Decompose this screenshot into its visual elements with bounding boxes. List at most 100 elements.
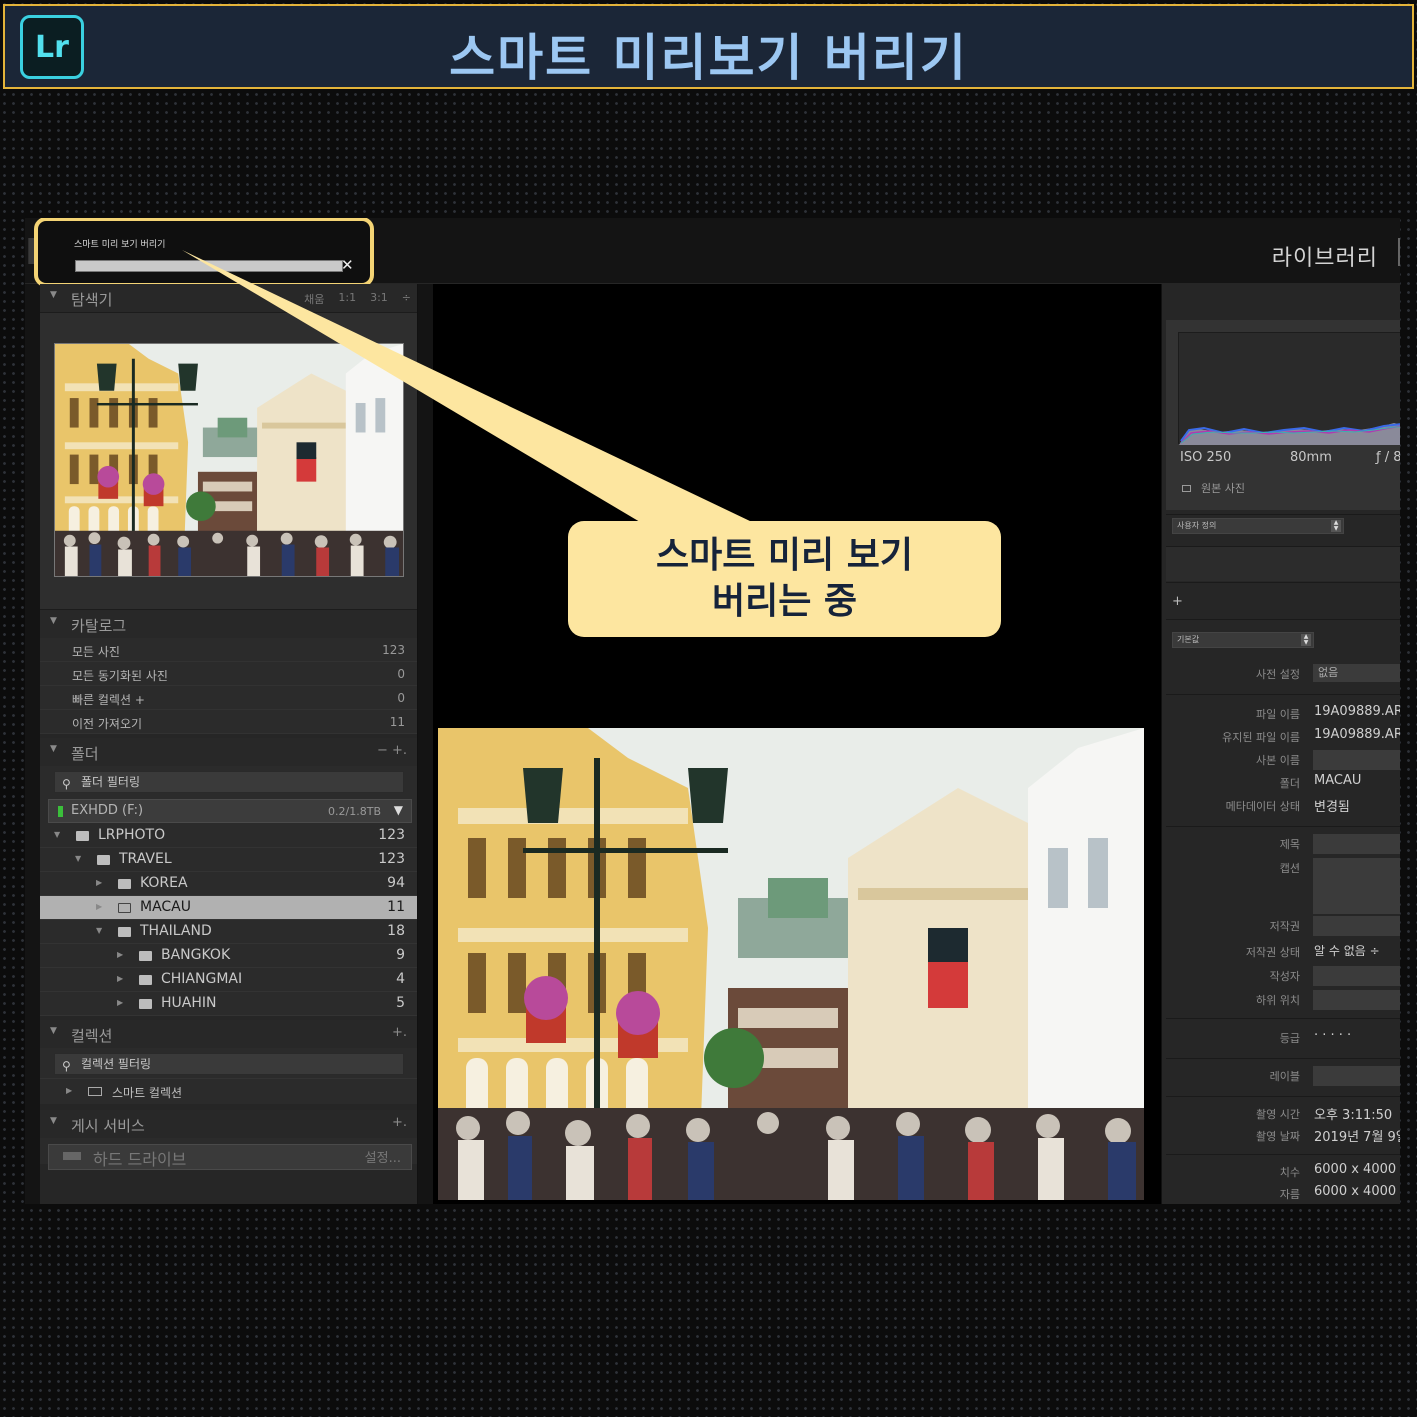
banner-title: 스마트 미리보기 버리기 (449, 29, 968, 87)
collection-filter-placeholder: 컬렉션 필터링 (81, 1057, 152, 1071)
smart-collection-row[interactable]: ▶ 스마트 컬렉션 (40, 1078, 417, 1104)
divider (1166, 619, 1400, 620)
folder-expand-icon[interactable]: ▼ (54, 830, 60, 839)
metadata-key: 사본 이름 (1256, 754, 1300, 767)
caption-field[interactable] (1313, 858, 1400, 914)
folder-count: 11 (387, 899, 405, 915)
title-field[interactable] (1313, 834, 1400, 854)
catalog-row[interactable]: 모든 사진 123 (40, 638, 417, 662)
zoom-3-1[interactable]: 3:1 (370, 291, 388, 307)
folder-name: MACAU (140, 899, 192, 915)
cropped-value: 6000 x 4000 (1314, 1184, 1397, 1199)
folders-add-remove[interactable]: − +. (377, 743, 407, 758)
zoom-dropdown-icon[interactable]: ÷ (402, 291, 411, 307)
catalog-row[interactable]: 빠른 컬렉션 + 0 (40, 686, 417, 710)
metadata-value[interactable]: 19A09889.ARW (1314, 704, 1400, 719)
divider (1166, 514, 1400, 515)
folder-row[interactable]: ▶ MACAU 11 (40, 896, 417, 920)
folder-expand-icon[interactable]: ▶ (117, 998, 123, 1007)
top-bar: Lr 라이브러리 스마트 미리 보기 버리기 ✕ (25, 218, 1400, 287)
folder-row[interactable]: ▼ LRPHOTO 123 (40, 824, 417, 848)
folder-icon (118, 879, 131, 889)
folder-row[interactable]: ▼ TRAVEL 123 (40, 848, 417, 872)
zoom-1-1[interactable]: 1:1 (338, 291, 356, 307)
folder-tree: ▼ LRPHOTO 123 ▼ TRAVEL 123 ▶ KOREA 94 ▶ MACAU 11 ▼ TH… (40, 824, 417, 1016)
title-label: 제목 (1279, 838, 1300, 851)
preset-select[interactable]: 없음 (1313, 664, 1400, 682)
creator-field[interactable] (1313, 966, 1400, 986)
original-photo-toggle[interactable]: 원본 사진 (1182, 480, 1245, 496)
folder-count: 123 (378, 851, 405, 867)
copyright-status-select[interactable]: 알 수 없음 ÷ (1314, 942, 1380, 959)
folder-expand-icon[interactable]: ▶ (117, 974, 123, 983)
folder-expand-icon[interactable]: ▶ (96, 902, 102, 911)
zoom-fill[interactable]: 채움 (304, 291, 324, 307)
metadata-key: 폴더 (1279, 777, 1300, 790)
search-icon: ⚲ (62, 1059, 71, 1073)
folder-filter-input[interactable]: ⚲ 폴더 필터링 (54, 771, 404, 793)
metadata-view-select[interactable]: 기본값 ▲ ▼ (1172, 632, 1314, 648)
publish-header[interactable]: ▼ 게시 서비스 +. (40, 1110, 417, 1138)
checkbox-icon[interactable] (1182, 485, 1191, 492)
folder-expand-icon[interactable]: ▼ (96, 926, 102, 935)
module-library-tab[interactable]: 라이브러리 (1272, 240, 1378, 272)
folders-header[interactable]: ▼ 폴더 − +. (40, 738, 417, 766)
expand-triangle-icon: ▶ (66, 1086, 73, 1095)
volume-row[interactable]: EXHDD (F:) 0.2/1.8TB ▼ (40, 796, 417, 824)
navigator-header[interactable]: ▼ 탐색기 채움 1:1 3:1 ÷ (40, 284, 417, 312)
cancel-progress-icon[interactable]: ✕ (341, 257, 354, 273)
hard-drive-setup-link[interactable]: 설정... (365, 1147, 401, 1166)
collapse-triangle-icon: ▼ (50, 1026, 57, 1036)
divider (1166, 1058, 1400, 1059)
catalog-header[interactable]: ▼ 카탈로그 (40, 610, 417, 638)
metadata-key: 파일 이름 (1256, 708, 1300, 721)
folder-row[interactable]: ▼ THAILAND 18 (40, 920, 417, 944)
folder-expand-icon[interactable]: ▶ (117, 950, 123, 959)
hard-drive-service[interactable]: 하드 드라이브 설정... (48, 1144, 412, 1170)
folder-count: 5 (396, 995, 405, 1011)
navigator-thumbnail[interactable] (54, 343, 404, 577)
capture-date-value: 2019년 7월 9일 (1314, 1130, 1400, 1145)
folder-expand-icon[interactable]: ▼ (75, 854, 81, 863)
smart-collection-label: 스마트 컬렉션 (112, 1086, 183, 1100)
folder-name: TRAVEL (119, 851, 172, 867)
navigator-title: 탐색기 (71, 291, 113, 309)
copyright-field[interactable] (1313, 916, 1400, 936)
add-keyword-button[interactable]: + (1172, 594, 1183, 609)
collections-header[interactable]: ▼ 컬렉션 +. (40, 1020, 417, 1048)
add-collection-button[interactable]: +. (392, 1025, 407, 1040)
folder-row[interactable]: ▶ KOREA 94 (40, 872, 417, 896)
collapse-triangle-icon: ▼ (50, 290, 57, 300)
catalog-row-label: 모든 사진 (72, 645, 120, 659)
folder-filter: ⚲ 폴더 필터링 (40, 766, 417, 796)
rating-stars[interactable]: · · · · · (1314, 1028, 1351, 1043)
lightroom-window: Lr 라이브러리 스마트 미리 보기 버리기 ✕ ▼ 탐색기 채움 1:1 3:… (25, 218, 1400, 1204)
metadata-value[interactable] (1313, 750, 1400, 770)
dimensions-label: 치수 (1279, 1166, 1300, 1179)
volume-bar[interactable]: EXHDD (F:) 0.2/1.8TB ▼ (48, 799, 412, 823)
catalog-row[interactable]: 이전 가져오기 11 (40, 710, 417, 734)
sublocation-label: 하위 위치 (1256, 994, 1300, 1007)
metadata-value[interactable]: 19A09889.ARW (1314, 727, 1400, 742)
metadata-value[interactable]: 변경됨 (1314, 796, 1350, 815)
catalog-row[interactable]: 모든 동기화된 사진 0 (40, 662, 417, 686)
sublocation-field[interactable] (1313, 990, 1400, 1010)
volume-dropdown-icon[interactable]: ▼ (394, 803, 403, 817)
folder-row[interactable]: ▶ BANGKOK 9 (40, 944, 417, 968)
folder-expand-icon[interactable]: ▶ (96, 878, 102, 887)
callout-line-2: 버리는 중 (711, 581, 857, 622)
folder-row[interactable]: ▶ HUAHIN 5 (40, 992, 417, 1016)
main-photo[interactable] (438, 728, 1144, 1200)
folder-row[interactable]: ▶ CHIANGMAI 4 (40, 968, 417, 992)
quick-develop-preset-select[interactable]: 사용자 정의 ▲ ▼ (1172, 518, 1344, 534)
collection-filter-input[interactable]: ⚲ 컬렉션 필터링 (54, 1053, 404, 1075)
folder-name: CHIANGMAI (161, 971, 243, 987)
focal-length-value: 80mm (1290, 450, 1332, 465)
folder-icon (139, 975, 152, 985)
catalog-row-label: 모든 동기화된 사진 (72, 669, 168, 683)
divider (1166, 826, 1400, 827)
metadata-value[interactable]: MACAU (1314, 773, 1361, 788)
add-publish-button[interactable]: +. (392, 1115, 407, 1130)
label-field[interactable] (1313, 1066, 1400, 1086)
folder-icon (118, 927, 131, 937)
